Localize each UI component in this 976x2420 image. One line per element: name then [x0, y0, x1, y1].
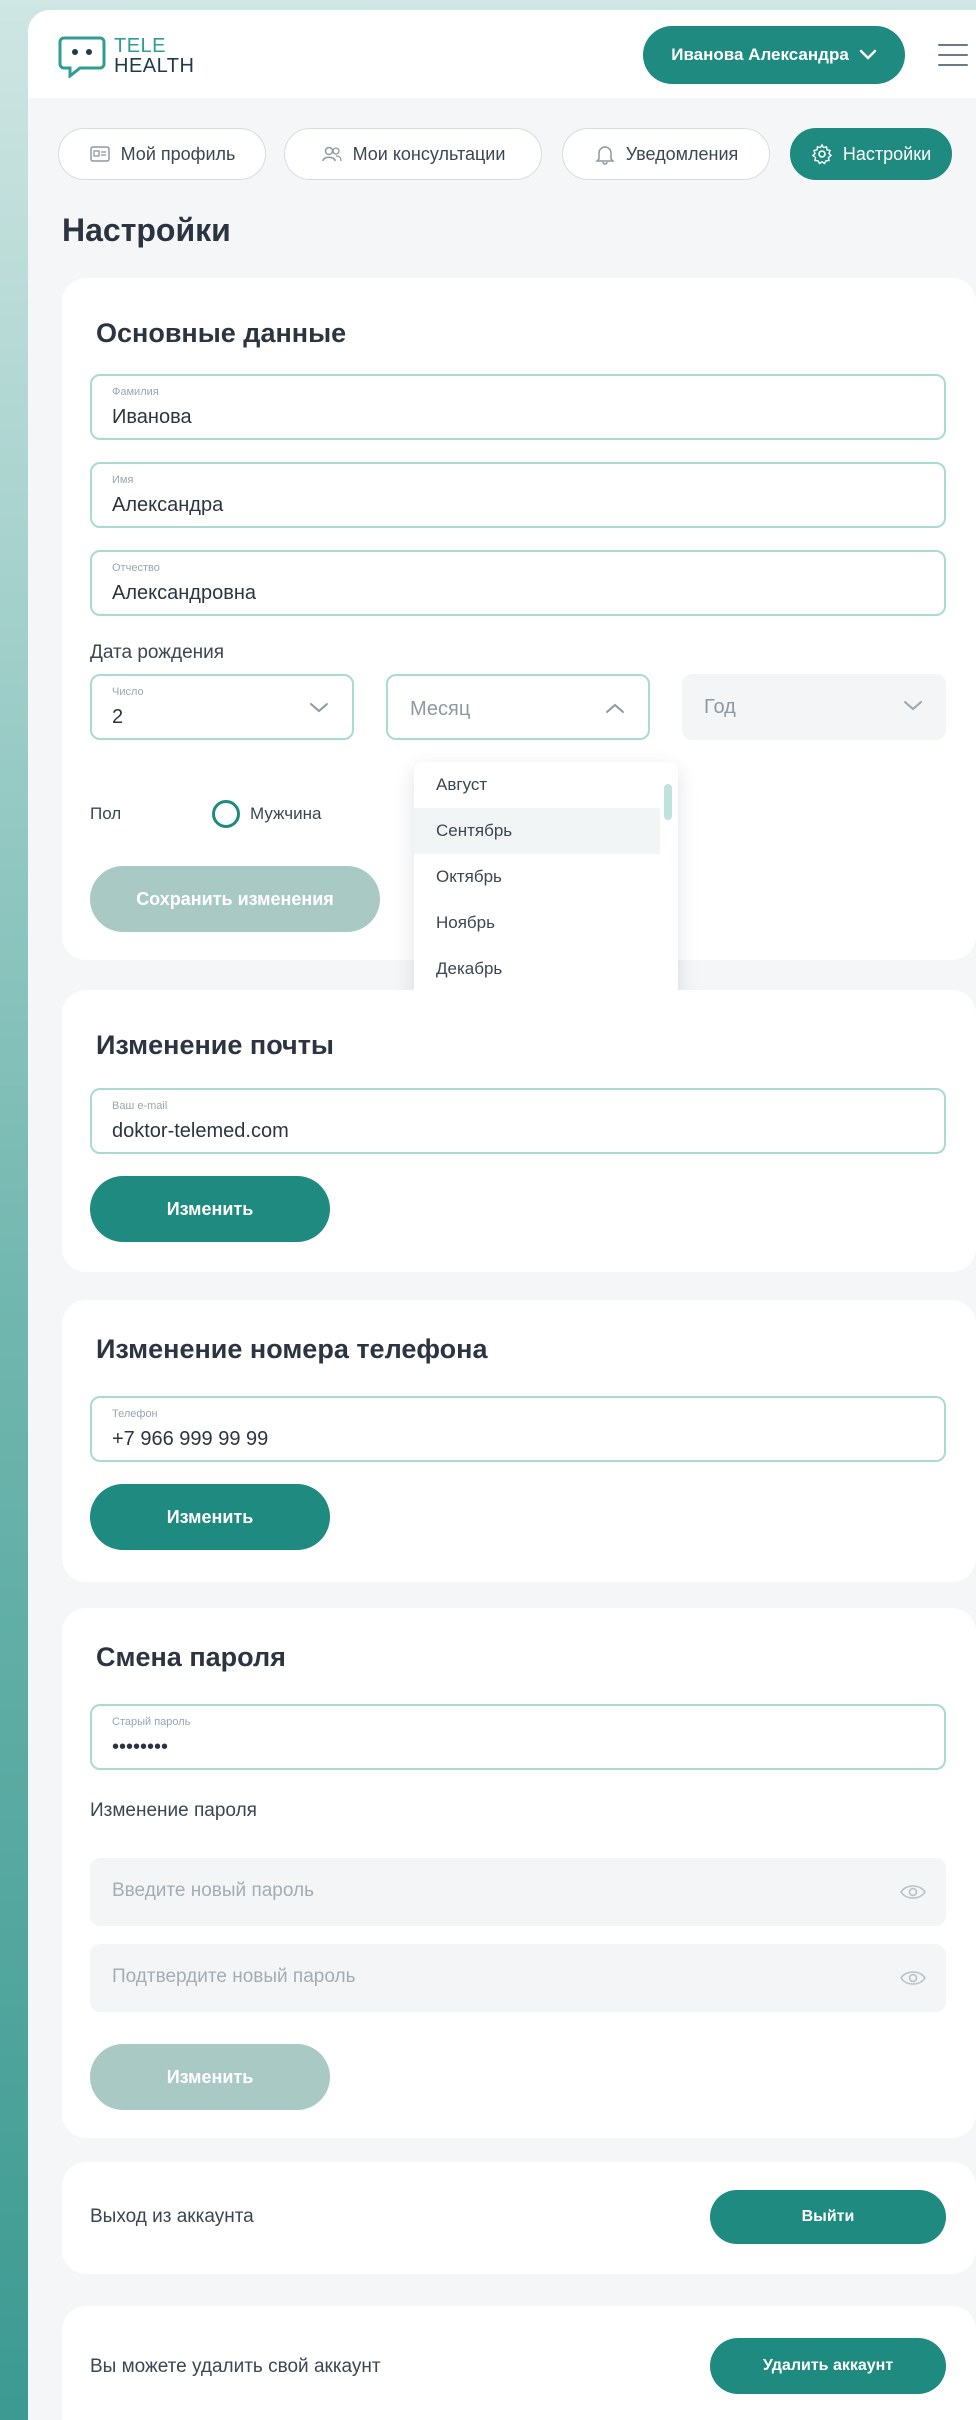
select-placeholder: Год: [704, 696, 736, 718]
user-menu-button[interactable]: Иванова Александра: [643, 26, 905, 84]
user-name: Иванова Александра: [671, 45, 849, 64]
month-option[interactable]: Сентябрь: [414, 808, 660, 854]
gear-icon: [811, 143, 832, 165]
tab-label: Настройки: [842, 143, 932, 164]
input-placeholder: Введите новый пароль: [112, 1880, 314, 1901]
logo-text: TELE HEALTH: [114, 36, 194, 76]
tab-label: Уведомления: [625, 143, 739, 164]
old-password-field[interactable]: Старый пароль ••••••••: [90, 1704, 946, 1770]
field-value: ••••••••: [112, 1736, 169, 1758]
field-value: Александра: [112, 494, 224, 516]
field-value: Александровна: [112, 582, 256, 604]
month-option[interactable]: Декабрь: [414, 946, 660, 992]
phone-title: Изменение номера телефона: [96, 1334, 488, 1364]
year-select[interactable]: Год: [682, 674, 946, 740]
phone-field[interactable]: Телефон +7 966 999 99 99: [90, 1396, 946, 1462]
id-card-icon: [89, 146, 110, 162]
field-label: Имя: [112, 474, 134, 486]
month-select[interactable]: Месяц: [386, 674, 650, 740]
top-bar: TELE HEALTH Иванова Александра: [28, 10, 976, 98]
users-icon: [321, 146, 342, 162]
select-value: 2: [112, 706, 124, 728]
eye-icon[interactable]: [900, 1968, 926, 1988]
field-label: Отчество: [112, 562, 160, 574]
change-phone-button[interactable]: Изменить: [90, 1484, 330, 1550]
field-value: Иванова: [112, 406, 192, 428]
first-name-field[interactable]: Имя Александра: [90, 462, 946, 528]
field-label: Телефон: [112, 1408, 158, 1420]
gender-male-label: Мужчина: [250, 804, 322, 823]
save-changes-button[interactable]: Сохранить изменения: [90, 866, 380, 932]
chevron-down-icon: [310, 703, 328, 713]
email-field[interactable]: Ваш e-mail doktor-telemed.com: [90, 1088, 946, 1154]
change-password-button[interactable]: Изменить: [90, 2044, 330, 2110]
password-title: Смена пароля: [96, 1642, 286, 1672]
page-title: Настройки: [62, 212, 231, 248]
delete-account-text: Вы можете удалить свой аккаунт: [90, 2356, 381, 2377]
patronymic-field[interactable]: Отчество Александровна: [90, 550, 946, 616]
settings-page: TELE HEALTH Иванова Александра Мой профи…: [28, 10, 976, 2420]
tab-my-profile[interactable]: Мой профиль: [58, 128, 266, 180]
month-option[interactable]: Август: [414, 762, 660, 808]
month-option[interactable]: Октябрь: [414, 854, 660, 900]
logo[interactable]: TELE HEALTH: [58, 34, 194, 78]
change-email-button[interactable]: Изменить: [90, 1176, 330, 1242]
chevron-down-icon: [859, 49, 877, 60]
bell-icon: [594, 146, 615, 165]
logout-text: Выход из аккаунта: [90, 2206, 254, 2227]
tab-notifications[interactable]: Уведомления: [562, 128, 770, 180]
field-label: Фамилия: [112, 386, 159, 398]
eye-icon[interactable]: [900, 1882, 926, 1902]
logo-line1: TELE: [114, 35, 167, 57]
delete-account-button[interactable]: Удалить аккаунт: [710, 2338, 946, 2394]
logo-chat-icon: [58, 36, 106, 78]
gender-row: Пол Мужчина: [90, 796, 321, 832]
field-value: +7 966 999 99 99: [112, 1428, 269, 1450]
logo-line2: HEALTH: [114, 55, 195, 77]
input-placeholder: Подтвердите новый пароль: [112, 1966, 356, 1987]
field-value: doktor-telemed.com: [112, 1120, 289, 1142]
month-option[interactable]: Ноябрь: [414, 900, 660, 946]
tab-settings[interactable]: Настройки: [790, 128, 952, 180]
field-label: Старый пароль: [112, 1716, 191, 1728]
birth-date-label: Дата рождения: [90, 642, 225, 663]
new-password-input[interactable]: Введите новый пароль: [90, 1858, 946, 1926]
chevron-up-icon: [606, 703, 624, 713]
month-dropdown: Август Сентябрь Октябрь Ноябрь Декабрь: [414, 762, 678, 1000]
logout-button[interactable]: Выйти: [710, 2190, 946, 2244]
select-label: Число: [112, 686, 144, 698]
basic-data-title: Основные данные: [96, 318, 347, 348]
select-placeholder: Месяц: [410, 698, 471, 720]
change-password-label: Изменение пароля: [90, 1800, 257, 1821]
email-title: Изменение почты: [96, 1030, 334, 1060]
last-name-field[interactable]: Фамилия Иванова: [90, 374, 946, 440]
dropdown-scrollbar[interactable]: [664, 784, 672, 820]
hamburger-menu-icon[interactable]: [938, 44, 968, 66]
gender-male-radio[interactable]: [212, 800, 240, 828]
tab-label: Мои консультации: [352, 143, 506, 164]
profile-tabs: Мой профиль Мои консультации Уведомления…: [28, 128, 976, 182]
chevron-down-icon: [904, 701, 922, 711]
confirm-password-input[interactable]: Подтвердите новый пароль: [90, 1944, 946, 2012]
day-select[interactable]: Число 2: [90, 674, 354, 740]
tab-label: Мой профиль: [120, 143, 236, 164]
gender-label: Пол: [90, 804, 122, 823]
tab-consultations[interactable]: Мои консультации: [284, 128, 542, 180]
field-label: Ваш e-mail: [112, 1100, 168, 1112]
